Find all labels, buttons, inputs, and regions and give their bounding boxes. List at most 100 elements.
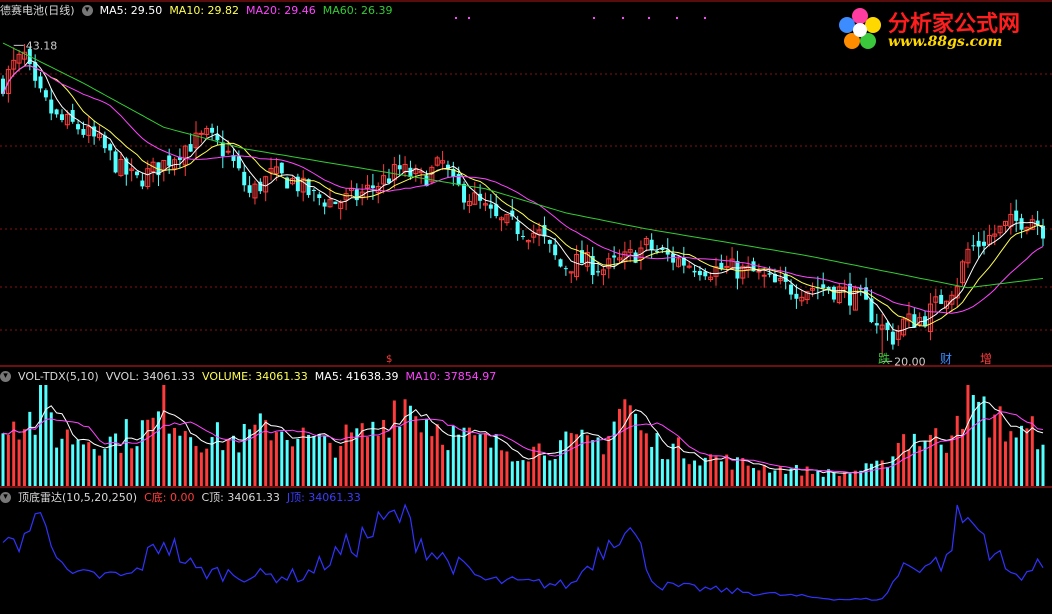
volume-bar[interactable] xyxy=(28,411,32,486)
volume-bar[interactable] xyxy=(199,452,203,486)
volume-bar[interactable] xyxy=(215,422,219,486)
volume-bar[interactable] xyxy=(76,439,80,486)
volume-bar[interactable] xyxy=(419,432,423,486)
volume-bar[interactable] xyxy=(237,452,241,486)
volume-bar[interactable] xyxy=(103,449,107,486)
volume-bar[interactable] xyxy=(478,434,482,486)
volume-bar[interactable] xyxy=(494,434,498,486)
volume-bar[interactable] xyxy=(323,435,327,486)
volume-bar[interactable] xyxy=(789,468,793,486)
volume-bar[interactable] xyxy=(939,444,943,486)
volume-bar[interactable] xyxy=(510,461,514,486)
candle-down[interactable] xyxy=(462,183,467,203)
stock-title[interactable]: 德赛电池(日线) xyxy=(0,2,75,18)
volume-bar[interactable] xyxy=(371,421,375,486)
volume-bar[interactable] xyxy=(623,399,627,486)
volume-bar[interactable] xyxy=(977,401,981,486)
candle-down[interactable] xyxy=(370,185,375,189)
volume-bar[interactable] xyxy=(151,417,155,486)
volume-bar[interactable] xyxy=(843,471,847,486)
site-logo[interactable]: 分析家公式网 www.88gs.com xyxy=(836,4,1046,56)
volume-bar[interactable] xyxy=(998,406,1002,486)
volume-bar[interactable] xyxy=(441,444,445,486)
volume-bar[interactable] xyxy=(124,419,128,486)
volume-bar[interactable] xyxy=(467,427,471,486)
volume-bar[interactable] xyxy=(1020,425,1024,486)
volume-bar[interactable] xyxy=(451,425,455,486)
volume-bar[interactable] xyxy=(366,437,370,486)
volume-bar[interactable] xyxy=(580,429,584,486)
indicator-settings-icon[interactable]: ▾ xyxy=(0,491,11,503)
volume-bar[interactable] xyxy=(248,429,252,486)
volume-bar[interactable] xyxy=(810,473,814,486)
volume-bar[interactable] xyxy=(719,461,723,486)
volume-bar[interactable] xyxy=(821,476,825,486)
event-marker[interactable]: 财 xyxy=(940,352,952,366)
volume-bar[interactable] xyxy=(773,470,777,486)
candle-down[interactable] xyxy=(242,171,247,186)
volume-bar[interactable] xyxy=(296,438,300,486)
volume-bar[interactable] xyxy=(33,434,37,486)
volume-bar[interactable] xyxy=(639,430,643,486)
volume-bar[interactable] xyxy=(886,466,890,486)
volume-bar[interactable] xyxy=(671,443,675,486)
volume-bar[interactable] xyxy=(607,435,611,486)
volume-bar[interactable] xyxy=(869,463,873,486)
candle-down[interactable] xyxy=(247,185,252,193)
volume-bar[interactable] xyxy=(982,396,986,486)
candle-down[interactable] xyxy=(649,239,654,250)
volume-bar[interactable] xyxy=(928,434,932,486)
volume-bar[interactable] xyxy=(950,435,954,486)
settings-gear-icon[interactable]: ▾ xyxy=(81,4,93,16)
volume-bar[interactable] xyxy=(505,451,509,486)
candle-down[interactable] xyxy=(92,126,97,137)
candle-down[interactable] xyxy=(692,270,697,273)
candle-down[interactable] xyxy=(76,124,81,130)
volume-bar[interactable] xyxy=(896,442,900,486)
candle-down[interactable] xyxy=(397,165,402,170)
volume-bar[interactable] xyxy=(483,433,487,486)
volume-bar[interactable] xyxy=(22,429,26,486)
volume-bar[interactable] xyxy=(167,433,171,486)
candle-down[interactable] xyxy=(210,127,215,133)
volume-bar[interactable] xyxy=(993,414,997,486)
volume-bar[interactable] xyxy=(596,437,600,486)
volume-bar[interactable] xyxy=(194,446,198,486)
volume-bar[interactable] xyxy=(714,456,718,486)
volume-bar[interactable] xyxy=(39,385,43,486)
candle-up[interactable] xyxy=(198,132,204,135)
volume-bar[interactable] xyxy=(430,436,434,486)
candle-down[interactable] xyxy=(831,286,836,300)
volume-bar[interactable] xyxy=(258,413,262,486)
volume-bar[interactable] xyxy=(875,460,879,486)
candle-down[interactable] xyxy=(38,76,43,89)
candle-down[interactable] xyxy=(311,189,316,191)
volume-bar[interactable] xyxy=(114,433,118,486)
volume-bar[interactable] xyxy=(1014,437,1018,486)
volume-bar[interactable] xyxy=(837,475,841,486)
volume-bar[interactable] xyxy=(693,460,697,486)
volume-bar[interactable] xyxy=(398,426,402,486)
candle-down[interactable] xyxy=(279,162,284,174)
volume-bar[interactable] xyxy=(1003,441,1007,486)
volume-bar[interactable] xyxy=(290,446,294,486)
volume-bar[interactable] xyxy=(414,416,418,486)
volume-bar[interactable] xyxy=(666,459,670,486)
volume-bar[interactable] xyxy=(955,415,959,486)
volume-bar[interactable] xyxy=(564,431,568,486)
volume-bar[interactable] xyxy=(542,455,546,486)
candle-down[interactable] xyxy=(113,151,118,173)
candle-down[interactable] xyxy=(322,202,327,207)
candle-down[interactable] xyxy=(515,221,520,235)
candle-down[interactable] xyxy=(767,273,772,275)
candle-down[interactable] xyxy=(558,259,563,267)
candle-down[interactable] xyxy=(135,171,140,176)
volume-bar[interactable] xyxy=(816,470,820,486)
indicator-title[interactable]: 顶底雷达(10,5,20,250) xyxy=(18,489,137,505)
volume-bar[interactable] xyxy=(140,420,144,486)
volume-bar[interactable] xyxy=(752,468,756,486)
volume-bar[interactable] xyxy=(660,459,664,486)
volume-bar[interactable] xyxy=(382,419,386,486)
candle-down[interactable] xyxy=(354,189,359,201)
volume-bar[interactable] xyxy=(687,464,691,486)
